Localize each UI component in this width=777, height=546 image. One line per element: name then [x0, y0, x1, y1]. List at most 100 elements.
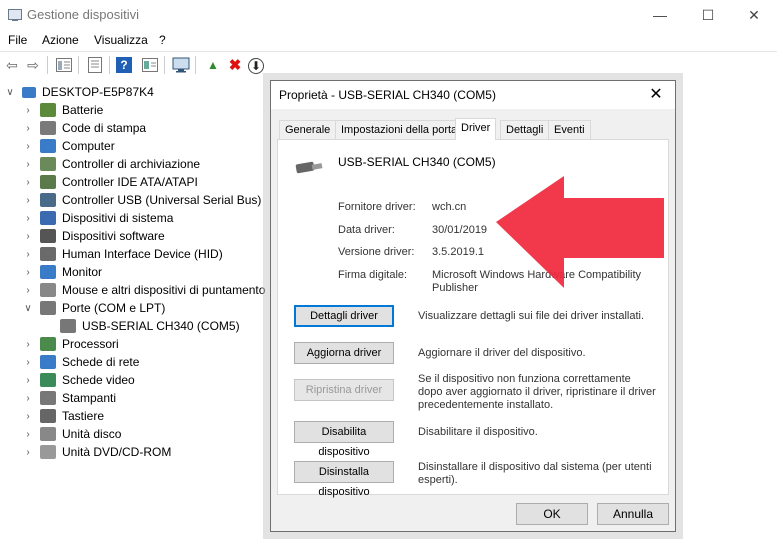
cancel-button[interactable]: Annulla	[597, 503, 669, 525]
minimize-button[interactable]: —	[637, 0, 683, 30]
tab-eventi[interactable]: Eventi	[548, 120, 591, 139]
chevron-right-icon[interactable]: ›	[22, 249, 34, 260]
tree-item-label: Batterie	[62, 103, 104, 117]
chevron-down-icon[interactable]: ∨	[22, 303, 34, 314]
forward-arrow-icon[interactable]: ⇨	[23, 55, 43, 75]
tree-device-item[interactable]: USB-SERIAL CH340 (COM5)	[42, 317, 240, 335]
device-name: USB-SERIAL CH340 (COM5)	[338, 155, 496, 169]
chevron-right-icon[interactable]: ›	[22, 141, 34, 152]
monitor-scan-icon[interactable]	[171, 55, 191, 75]
tree-category-item[interactable]: › Unità disco	[22, 425, 121, 443]
tree-item-label: Computer	[62, 139, 115, 153]
tree-item-label: Dispositivi software	[62, 229, 165, 243]
red-arrow-annotation-icon	[496, 176, 664, 288]
disable-icon[interactable]: ⬇	[248, 58, 264, 74]
tree-category-item[interactable]: › Batterie	[22, 101, 103, 119]
tree-category-item[interactable]: › Processori	[22, 335, 119, 353]
chevron-right-icon[interactable]: ›	[22, 447, 34, 458]
menu-azione[interactable]: Azione	[42, 33, 79, 47]
tree-category-item[interactable]: › Schede video	[22, 371, 135, 389]
chevron-right-icon[interactable]: ›	[22, 213, 34, 224]
ok-button[interactable]: OK	[516, 503, 588, 525]
tab-generale[interactable]: Generale	[279, 120, 337, 139]
properties-icon[interactable]	[85, 55, 105, 75]
chevron-right-icon[interactable]: ›	[22, 393, 34, 404]
tree-item-label: Code di stampa	[62, 121, 147, 135]
tree-item-label: Tastiere	[62, 409, 105, 423]
help-icon[interactable]: ?	[116, 57, 132, 73]
tree-root[interactable]: ∨ DESKTOP-E5P87K4	[4, 83, 154, 101]
tree-category-item[interactable]: › Controller di archiviazione	[22, 155, 200, 173]
chevron-right-icon[interactable]: ›	[22, 285, 34, 296]
chevron-right-icon[interactable]: ›	[22, 105, 34, 116]
tab-dettagli[interactable]: Dettagli	[500, 120, 550, 139]
menu-help[interactable]: ?	[159, 33, 166, 47]
tree-category-item[interactable]: › Schede di rete	[22, 353, 139, 371]
tree-category-item[interactable]: ∨ Porte (COM e LPT)	[22, 299, 165, 317]
uninstall-icon[interactable]: ✖	[225, 55, 245, 75]
tab-driver[interactable]: Driver	[455, 118, 497, 140]
device-manager-app-icon	[8, 9, 22, 21]
monitor-icon	[40, 265, 56, 279]
window-titlebar: Gestione dispositivi — ☐ ✕	[0, 0, 777, 30]
chevron-right-icon[interactable]: ›	[22, 411, 34, 422]
network-adapter-icon	[40, 355, 56, 369]
menu-file[interactable]: File	[8, 33, 27, 47]
uninstall-device-button[interactable]: Disinstalla dispositivo	[294, 461, 394, 498]
tree-category-item[interactable]: › Tastiere	[22, 407, 104, 425]
processor-icon	[40, 337, 56, 351]
tree-category-item[interactable]: › Code di stampa	[22, 119, 146, 137]
chevron-right-icon[interactable]: ›	[22, 159, 34, 170]
window-title: Gestione dispositivi	[27, 7, 139, 22]
close-button[interactable]: ✕	[731, 0, 777, 30]
driver-details-button[interactable]: Dettagli driver	[294, 305, 394, 327]
tree-category-item[interactable]: › Dispositivi di sistema	[22, 209, 173, 227]
chevron-right-icon[interactable]: ›	[22, 339, 34, 350]
toolbar-separator	[109, 56, 110, 74]
tree-item-label: Controller di archiviazione	[62, 157, 201, 171]
menu-bar: File Azione Visualizza ?	[0, 30, 777, 52]
menu-visualizza[interactable]: Visualizza	[94, 33, 148, 47]
update-driver-icon[interactable]: ▲	[203, 55, 223, 75]
rollback-driver-desc: Se il dispositivo non funziona correttam…	[418, 373, 656, 411]
hid-icon	[40, 247, 56, 261]
disable-device-desc: Disabilitare il dispositivo.	[418, 426, 538, 438]
tree-category-item[interactable]: › Mouse e altri dispositivi di puntamento	[22, 281, 265, 299]
tab-impostazioni-porta[interactable]: Impostazioni della porta	[335, 120, 464, 139]
tree-item-label: Monitor	[62, 265, 103, 279]
toolbar-separator	[47, 56, 48, 74]
show-hide-tree-icon[interactable]	[54, 55, 74, 75]
chevron-right-icon[interactable]: ›	[22, 267, 34, 278]
maximize-button[interactable]: ☐	[685, 0, 731, 30]
chevron-right-icon[interactable]: ›	[22, 231, 34, 242]
uninstall-device-desc: Disinstallare il dispositivo dal sistema…	[418, 461, 652, 486]
tree-category-item[interactable]: › Monitor	[22, 263, 102, 281]
ports-icon	[40, 301, 56, 315]
chevron-right-icon[interactable]: ›	[22, 177, 34, 188]
dialog-close-button[interactable]: ✕	[643, 83, 669, 107]
chevron-down-icon[interactable]: ∨	[4, 87, 16, 98]
chevron-right-icon[interactable]: ›	[22, 195, 34, 206]
usb-serial-device-icon	[295, 161, 323, 174]
properties-dialog: Proprietà - USB-SERIAL CH340 (COM5) ✕ Ge…	[270, 80, 676, 532]
chevron-right-icon[interactable]: ›	[22, 123, 34, 134]
update-driver-button[interactable]: Aggiorna driver	[294, 342, 394, 364]
tree-category-item[interactable]: › Controller IDE ATA/ATAPI	[22, 173, 198, 191]
back-arrow-icon[interactable]: ⇦	[2, 55, 22, 75]
chevron-right-icon[interactable]: ›	[22, 429, 34, 440]
tree-category-item[interactable]: › Dispositivi software	[22, 227, 165, 245]
tree-category-item[interactable]: › Unità DVD/CD-ROM	[22, 443, 171, 461]
tree-category-item[interactable]: › Controller USB (Universal Serial Bus)	[22, 191, 261, 209]
view-icon[interactable]	[140, 55, 160, 75]
field-label-data: Data driver:	[338, 224, 395, 236]
tree-category-item[interactable]: › Human Interface Device (HID)	[22, 245, 223, 263]
chevron-right-icon[interactable]: ›	[22, 357, 34, 368]
tree-category-item[interactable]: › Computer	[22, 137, 115, 155]
chevron-right-icon[interactable]: ›	[22, 375, 34, 386]
dvd-drive-icon	[40, 445, 56, 459]
tree-item-label: Mouse e altri dispositivi di puntamento	[62, 283, 266, 297]
driver-details-desc: Visualizzare dettagli sui file dei drive…	[418, 310, 645, 322]
tree-category-item[interactable]: › Stampanti	[22, 389, 116, 407]
rollback-driver-button[interactable]: Ripristina driver	[294, 379, 394, 401]
disable-device-button[interactable]: Disabilita dispositivo	[294, 421, 394, 458]
